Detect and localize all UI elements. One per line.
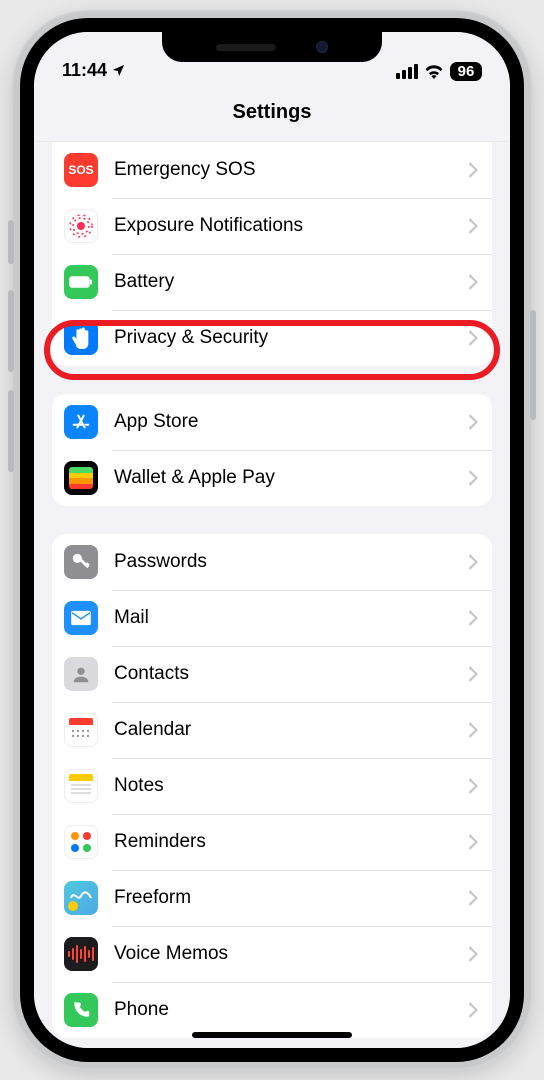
chevron-right-icon	[468, 778, 478, 794]
row-label: Voice Memos	[114, 943, 468, 965]
chevron-right-icon	[468, 666, 478, 682]
row-reminders[interactable]: Reminders	[52, 814, 492, 870]
row-label: Reminders	[114, 831, 468, 853]
chevron-right-icon	[468, 834, 478, 850]
chevron-right-icon	[468, 722, 478, 738]
app-store-icon	[64, 405, 98, 439]
row-label: Passwords	[114, 551, 468, 573]
row-phone[interactable]: Phone	[52, 982, 492, 1038]
contacts-icon	[64, 657, 98, 691]
row-privacy-security[interactable]: Privacy & Security	[52, 310, 492, 366]
row-label: Calendar	[114, 719, 468, 741]
row-label: Phone	[114, 999, 468, 1021]
location-icon	[111, 63, 126, 78]
calendar-icon	[64, 713, 98, 747]
row-label: Privacy & Security	[114, 327, 468, 349]
wifi-icon	[424, 64, 444, 79]
row-passwords[interactable]: Passwords	[52, 534, 492, 590]
chevron-right-icon	[468, 946, 478, 962]
chevron-right-icon	[468, 890, 478, 906]
notes-icon	[64, 769, 98, 803]
chevron-right-icon	[468, 470, 478, 486]
row-label: App Store	[114, 411, 468, 433]
silent-switch	[8, 220, 14, 264]
row-label: Freeform	[114, 887, 468, 909]
row-exposure-notifications[interactable]: Exposure Notifications	[52, 198, 492, 254]
settings-list[interactable]: SOS Emergency SOS Exposure Notifications	[34, 142, 510, 1048]
row-label: Notes	[114, 775, 468, 797]
row-app-store[interactable]: App Store	[52, 394, 492, 450]
row-label: Mail	[114, 607, 468, 629]
row-notes[interactable]: Notes	[52, 758, 492, 814]
settings-group-apps: Passwords Mail Contacts	[52, 534, 492, 1038]
chevron-right-icon	[468, 554, 478, 570]
row-label: Emergency SOS	[114, 159, 468, 181]
chevron-right-icon	[468, 414, 478, 430]
exposure-icon	[64, 209, 98, 243]
chevron-right-icon	[468, 330, 478, 346]
volume-down-button	[8, 390, 14, 472]
hand-privacy-icon	[64, 321, 98, 355]
row-wallet-apple-pay[interactable]: Wallet & Apple Pay	[52, 450, 492, 506]
row-battery[interactable]: Battery	[52, 254, 492, 310]
home-indicator[interactable]	[192, 1032, 352, 1038]
key-icon	[64, 545, 98, 579]
notch	[162, 32, 382, 62]
phone-icon	[64, 993, 98, 1027]
phone-frame: 11:44 96 Settings SOS	[12, 10, 532, 1070]
mail-icon	[64, 601, 98, 635]
chevron-right-icon	[468, 274, 478, 290]
row-label: Contacts	[114, 663, 468, 685]
settings-group-privacy: SOS Emergency SOS Exposure Notifications	[52, 142, 492, 366]
chevron-right-icon	[468, 162, 478, 178]
row-freeform[interactable]: Freeform	[52, 870, 492, 926]
battery-icon	[64, 265, 98, 299]
row-mail[interactable]: Mail	[52, 590, 492, 646]
freeform-icon	[64, 881, 98, 915]
cellular-signal-icon	[396, 64, 418, 79]
row-label: Battery	[114, 271, 468, 293]
settings-group-store: App Store Wallet & Apple Pay	[52, 394, 492, 506]
screen: 11:44 96 Settings SOS	[34, 32, 510, 1048]
row-contacts[interactable]: Contacts	[52, 646, 492, 702]
voice-memos-icon	[64, 937, 98, 971]
chevron-right-icon	[468, 218, 478, 234]
power-button	[530, 310, 536, 420]
battery-level: 96	[450, 62, 482, 81]
nav-title: Settings	[34, 84, 510, 142]
chevron-right-icon	[468, 1002, 478, 1018]
row-voice-memos[interactable]: Voice Memos	[52, 926, 492, 982]
sos-icon: SOS	[64, 153, 98, 187]
row-label: Exposure Notifications	[114, 215, 468, 237]
reminders-icon	[64, 825, 98, 859]
row-calendar[interactable]: Calendar	[52, 702, 492, 758]
chevron-right-icon	[468, 610, 478, 626]
wallet-icon	[64, 461, 98, 495]
row-emergency-sos[interactable]: SOS Emergency SOS	[52, 142, 492, 198]
status-time: 11:44	[62, 60, 107, 81]
volume-up-button	[8, 290, 14, 372]
row-label: Wallet & Apple Pay	[114, 467, 468, 489]
